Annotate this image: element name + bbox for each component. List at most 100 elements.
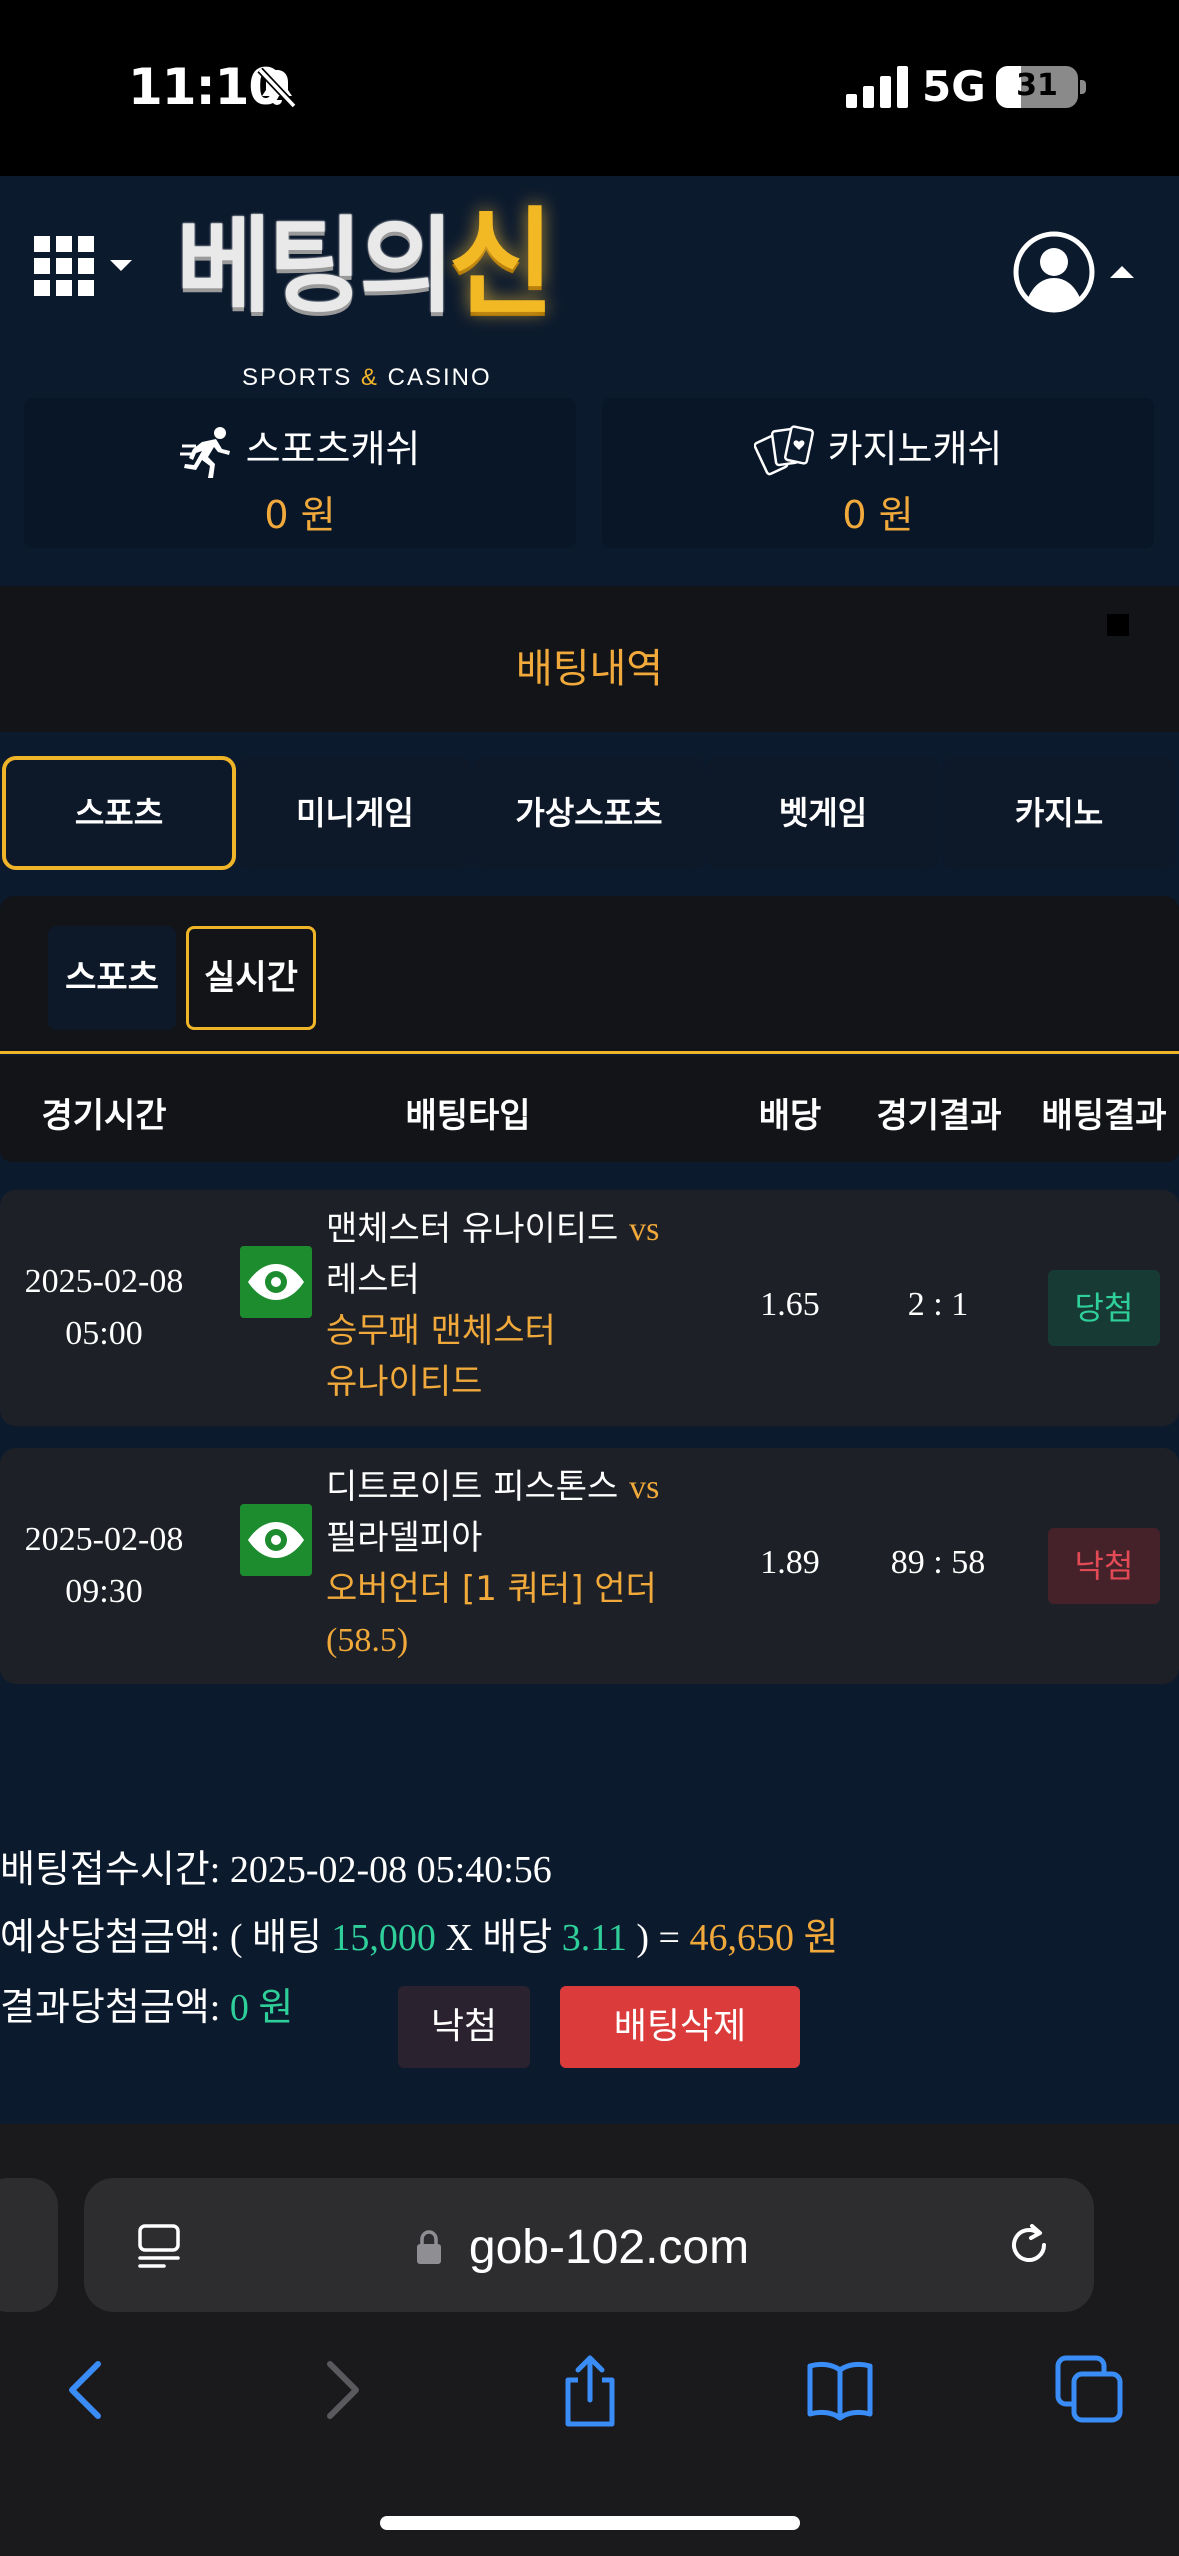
battery-icon: 31	[996, 66, 1078, 108]
bet-pick-cont: (58.5)	[326, 1622, 409, 1659]
status-bar: 11:10 5G 31	[0, 0, 1179, 176]
playing-cards-icon	[753, 424, 814, 475]
result-payout-line: 결과당첨금액: 0 원	[0, 1976, 293, 2031]
col-bet-result: 배팅결과	[1041, 1096, 1167, 1136]
forward-icon[interactable]	[300, 2350, 380, 2430]
away-team: 필라델피아	[326, 1518, 483, 1558]
logo-sub-sports: SPORTS	[242, 364, 353, 391]
bet-result-badge: 낙첨	[1048, 1528, 1160, 1604]
result-payout-label: 결과당첨금액:	[0, 1987, 221, 2029]
logo-sub-casino: CASINO	[387, 364, 492, 391]
away-team: 레스터	[326, 1260, 420, 1300]
bet-odds: 1.89	[760, 1544, 820, 1581]
bet-type: 디트로이트 피스톤스 vs 필라델피아 오버언더 [1 쿼터] 언더 (58.5…	[326, 1462, 686, 1666]
stake-amount: 15,000	[331, 1917, 436, 1959]
tabs-icon[interactable]	[1050, 2350, 1130, 2430]
eye-icon[interactable]	[240, 1504, 312, 1576]
times-odds-label: X 배당	[445, 1917, 553, 1959]
bet-pick: 오버언더 [1 쿼터] 언더	[326, 1569, 657, 1609]
home-team: 디트로이트 피스톤스	[326, 1467, 619, 1507]
share-icon[interactable]	[550, 2350, 630, 2430]
expected-payout-line: 예상당첨금액: ( 배팅 15,000 X 배당 3.11 ) = 46,650…	[0, 1906, 838, 1961]
col-match-time: 경기시간	[41, 1096, 167, 1136]
bet-type: 맨체스터 유나이티드 vs 레스터 승무패 맨체스터 유나이티드	[326, 1204, 686, 1408]
result-payout-amount: 0 원	[229, 1987, 294, 2029]
home-indicator	[380, 2516, 800, 2530]
bet-odds: 1.65	[760, 1286, 820, 1323]
logo-sub-amp: &	[360, 364, 379, 391]
expected-payout-label: 예상당첨금액:	[0, 1917, 221, 1959]
main-content: 스포츠 미니게임 가상스포츠 벳게임 카지노 스포츠 실시간 경기시간 배팅타입…	[0, 732, 1179, 2124]
match-date: 2025-02-08	[24, 1521, 184, 1558]
match-time: 2025-02-08 09:30	[14, 1514, 194, 1618]
site-logo[interactable]: 베팅의 신 SPORTS & CASINO	[176, 205, 596, 392]
match-score: 2 : 1	[907, 1286, 969, 1323]
home-team: 맨체스터 유나이티드	[326, 1209, 619, 1249]
site-header: 베팅의 신 SPORTS & CASINO 스포츠캐쉬 0 원 카지노캐쉬 0 …	[0, 176, 1179, 586]
casino-cash-label: 카지노캐쉬	[827, 427, 1003, 471]
match-time: 2025-02-08 05:00	[14, 1256, 194, 1360]
match-score: 89 : 58	[890, 1544, 986, 1581]
cellular-signal-icon	[846, 66, 908, 108]
table-row: 2025-02-08 09:30 디트로이트 피스톤스 vs 필라델피아 오버언…	[0, 1448, 1179, 1684]
bell-muted-icon	[257, 67, 297, 109]
col-bet-type: 배팅타입	[405, 1096, 531, 1136]
delete-bet-button[interactable]: 배팅삭제	[560, 1986, 800, 2068]
table-header: 경기시간 배팅타입 배당 경기결과 배팅결과	[0, 1056, 1179, 1162]
sports-cash-title: 스포츠캐쉬	[24, 418, 576, 480]
received-time-line: 배팅접수시간: 2025-02-08 05:40:56	[0, 1838, 552, 1893]
sports-cash-box: 스포츠캐쉬 0 원	[24, 398, 576, 548]
tab-virtual-sports[interactable]: 가상스포츠	[472, 756, 706, 870]
tab-sports[interactable]: 스포츠	[2, 756, 236, 870]
battery-tip	[1080, 80, 1086, 94]
bet-history-panel: 스포츠 실시간 경기시간 배팅타입 배당 경기결과 배팅결과 2025-02-0…	[0, 896, 1179, 1896]
battery-percent: 31	[1016, 68, 1058, 103]
sports-cash-label: 스포츠캐쉬	[245, 427, 421, 471]
bet-pick-cont: 유나이티드	[326, 1362, 483, 1402]
vs-label: vs	[629, 1469, 660, 1506]
page-title: 배팅내역	[515, 646, 664, 692]
tab-casino[interactable]: 카지노	[942, 756, 1176, 870]
reload-icon[interactable]	[1002, 2218, 1056, 2272]
previous-tab-peek[interactable]	[0, 2178, 58, 2312]
total-odds: 3.11	[561, 1917, 627, 1959]
expected-equals: ) =	[636, 1917, 680, 1959]
subtab-live[interactable]: 실시간	[186, 926, 316, 1030]
received-time-value: 2025-02-08 05:40:56	[229, 1849, 552, 1891]
col-odds: 배당	[758, 1096, 822, 1136]
status-lose-button[interactable]: 낙첨	[398, 1986, 530, 2068]
page-title-bar: 배팅내역	[0, 586, 1179, 732]
user-account-icon[interactable]	[1012, 228, 1138, 318]
category-tabs: 스포츠 미니게임 가상스포츠 벳게임 카지노	[0, 756, 1179, 870]
back-icon[interactable]	[48, 2350, 128, 2430]
logo-text: 베팅의	[176, 205, 455, 327]
match-clock: 05:00	[65, 1315, 143, 1352]
browser-toolbar: gob-102.com	[0, 2124, 1179, 2556]
expected-open: ( 배팅	[229, 1917, 322, 1959]
subtabs-bar: 스포츠 실시간	[0, 896, 1179, 1054]
runner-icon	[179, 426, 230, 478]
sports-cash-value: 0 원	[264, 493, 336, 537]
received-time-label: 배팅접수시간:	[0, 1849, 221, 1891]
grid-menu-icon[interactable]	[34, 236, 144, 306]
network-type: 5G	[922, 62, 986, 111]
match-clock: 09:30	[65, 1573, 143, 1610]
bookmarks-icon[interactable]	[800, 2350, 880, 2430]
tab-minigame[interactable]: 미니게임	[238, 756, 472, 870]
tab-betgame[interactable]: 벳게임	[706, 756, 940, 870]
table-row: 2025-02-08 05:00 맨체스터 유나이티드 vs 레스터 승무패 맨…	[0, 1190, 1179, 1426]
address-bar[interactable]: gob-102.com	[84, 2178, 1094, 2312]
bet-pick: 승무패 맨체스터	[326, 1311, 556, 1351]
title-marker	[1107, 614, 1129, 636]
match-date: 2025-02-08	[24, 1263, 184, 1300]
eye-icon[interactable]	[240, 1246, 312, 1318]
subtab-sports[interactable]: 스포츠	[48, 926, 176, 1030]
url-domain: gob-102.com	[468, 2221, 750, 2274]
bet-result-badge: 당첨	[1048, 1270, 1160, 1346]
expected-amount: 46,650 원	[689, 1917, 839, 1959]
logo-accent-text: 신	[448, 196, 555, 331]
casino-cash-value: 0 원	[842, 493, 914, 537]
logo-subtitle: SPORTS & CASINO	[242, 364, 492, 392]
casino-cash-box: 카지노캐쉬 0 원	[602, 398, 1154, 548]
url-text[interactable]: gob-102.com	[84, 2220, 1094, 2275]
